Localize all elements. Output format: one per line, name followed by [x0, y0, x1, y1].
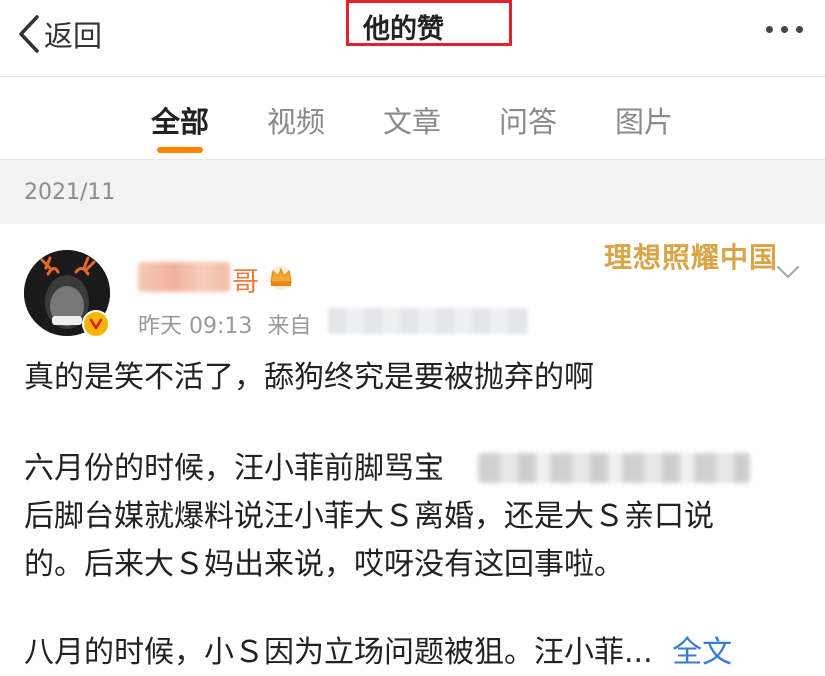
chevron-left-icon	[19, 15, 39, 53]
post-time-value: 昨天 09:13	[138, 314, 253, 339]
back-button[interactable]: 返回	[18, 14, 102, 54]
nav-bar: 返回 他的赞	[0, 0, 825, 77]
tab-video[interactable]: 视频	[266, 99, 326, 139]
page-title: 他的赞	[363, 13, 444, 45]
more-icon-dot	[781, 26, 788, 33]
slogan-watermark: 理想照耀中国	[604, 241, 779, 274]
post-text-line: 六月份的时候，汪小菲前脚骂宝	[24, 451, 444, 486]
tab-qa[interactable]: 问答	[498, 99, 558, 139]
date-label: 2021/11	[24, 180, 116, 205]
active-tab-indicator	[157, 147, 203, 153]
title-highlight-box: 他的赞	[346, 0, 512, 46]
username[interactable]: 哥	[232, 260, 259, 299]
date-group-header: 2021/11	[0, 160, 825, 224]
back-label: 返回	[44, 19, 103, 53]
more-icon-dot	[796, 26, 803, 33]
chevron-down-icon[interactable]	[776, 264, 800, 280]
post-text-line-last: 八月的时候，小Ｓ因为立场问题被狙。汪小菲... 全文	[24, 632, 732, 674]
post-source-prefix: 来自	[267, 314, 312, 339]
username-redacted	[138, 262, 230, 292]
post-text-line: 真的是笑不活了，舔狗终究是要被抛弃的啊	[24, 360, 594, 395]
tab-bar: 全部 视频 文章 问答 图片	[0, 77, 825, 160]
tab-all[interactable]: 全部	[150, 99, 210, 139]
post-text-line: 的。后来大Ｓ妈出来说，哎呀没有这回事啦。	[24, 547, 624, 582]
text-redacted	[478, 453, 750, 483]
source-redacted	[328, 308, 528, 334]
verified-icon	[82, 310, 110, 338]
crown-icon	[269, 266, 293, 290]
tab-article[interactable]: 文章	[382, 99, 442, 139]
more-icon	[766, 26, 773, 33]
post-text-line: 后脚台媒就爆料说汪小菲大Ｓ离婚，还是大Ｓ亲口说	[24, 499, 714, 534]
full-text-link[interactable]: 全文	[672, 635, 732, 670]
post-text-truncated: 八月的时候，小Ｓ因为立场问题被狙。汪小菲...	[24, 635, 653, 670]
post-card[interactable]: 哥 昨天 09:13 来自 理想照耀中国 真的是笑不活了，舔狗终究是要被抛弃的啊…	[0, 224, 825, 676]
post-time: 昨天 09:13 来自	[138, 308, 311, 340]
tab-pictures[interactable]: 图片	[614, 99, 674, 139]
more-button[interactable]	[766, 26, 803, 33]
